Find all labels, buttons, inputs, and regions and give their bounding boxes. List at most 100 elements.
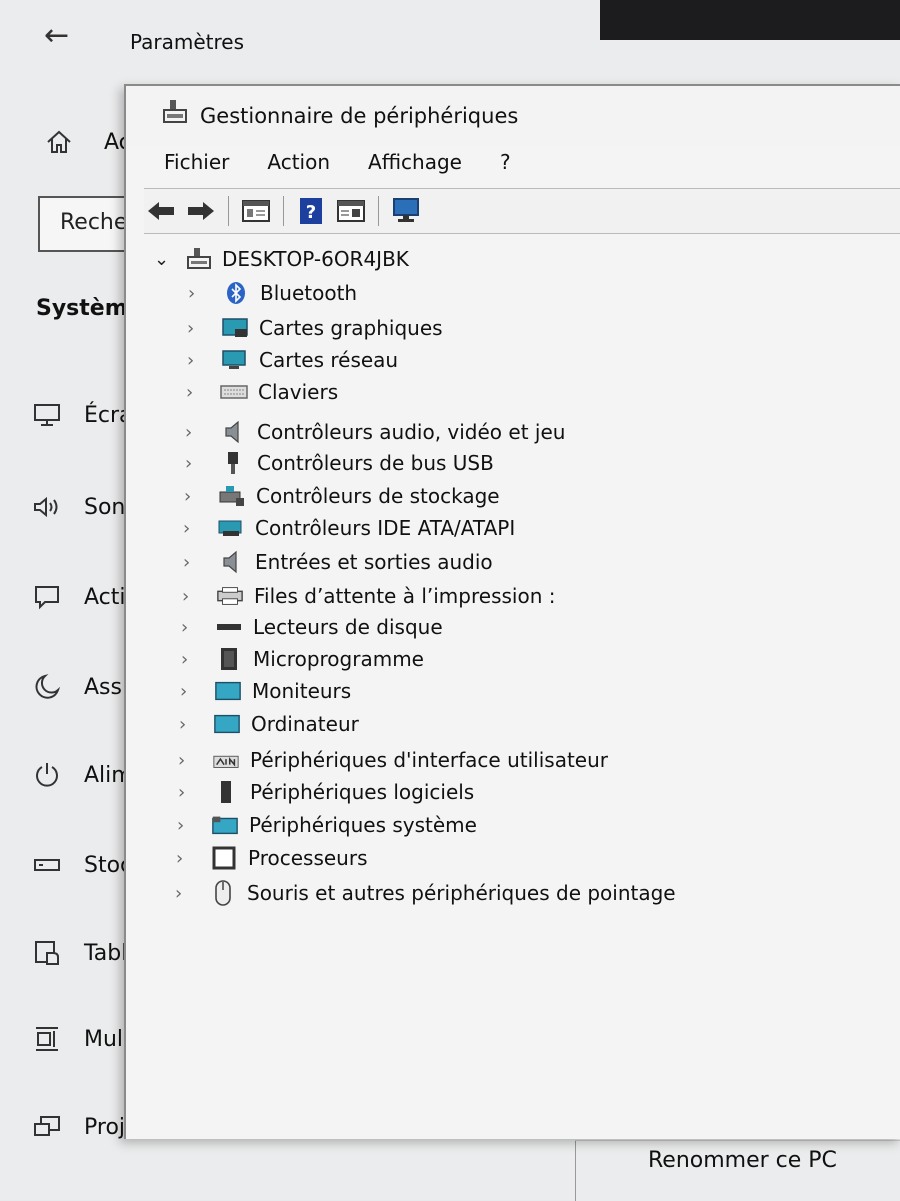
nav-item-storage[interactable]: Stoc: [30, 850, 132, 880]
ide-controller-icon: [217, 516, 245, 540]
toolbar-divider: [228, 196, 229, 226]
chevron-right-icon[interactable]: ›: [185, 453, 207, 474]
nav-label: Mul: [84, 1026, 124, 1052]
display-adapter-icon: [221, 316, 249, 340]
nav-item-sound[interactable]: Son: [30, 492, 125, 522]
projector-icon: [30, 1112, 64, 1142]
nav-item-focus-assist[interactable]: Assi: [30, 672, 128, 702]
chevron-right-icon[interactable]: ›: [181, 649, 203, 670]
tree-item[interactable]: › Ordinateur: [179, 708, 359, 740]
chevron-right-icon[interactable]: ›: [185, 422, 207, 443]
hid-icon: [212, 748, 240, 772]
tree-item-label: Processeurs: [248, 846, 368, 870]
chevron-right-icon[interactable]: ›: [175, 883, 197, 904]
tree-item[interactable]: › Bluetooth: [188, 277, 357, 309]
menu-fichier[interactable]: Fichier: [164, 146, 229, 188]
tree-item-label: Files d’attente à l’impression :: [254, 584, 556, 608]
power-icon: [30, 760, 64, 790]
tree-item[interactable]: › Entrées et sorties audio: [183, 546, 493, 578]
nav-label: Acti: [84, 584, 126, 610]
firmware-icon: [215, 647, 243, 671]
chevron-right-icon[interactable]: ›: [183, 552, 205, 573]
tree-root[interactable]: ⌄ DESKTOP-6OR4JBK: [154, 242, 900, 276]
nav-item-power[interactable]: Alim: [30, 760, 133, 790]
tree-item[interactable]: › Cartes réseau: [187, 344, 398, 376]
chevron-right-icon[interactable]: ›: [187, 318, 209, 339]
chevron-right-icon[interactable]: ›: [181, 617, 203, 638]
chevron-down-icon[interactable]: ⌄: [154, 249, 178, 270]
nav-item-display[interactable]: Écra: [30, 400, 133, 430]
tree-item[interactable]: › Périphériques système: [177, 809, 477, 841]
tree-item[interactable]: › Claviers: [186, 376, 338, 408]
nav-item-projecting[interactable]: Proj: [30, 1112, 125, 1142]
tree-item[interactable]: › Moniteurs: [180, 675, 351, 707]
chevron-right-icon[interactable]: ›: [180, 681, 202, 702]
chevron-right-icon[interactable]: ›: [182, 586, 204, 607]
tree-item-label: Entrées et sorties audio: [255, 550, 493, 574]
chevron-right-icon[interactable]: ›: [177, 815, 199, 836]
tree-item[interactable]: › Contrôleurs IDE ATA/ATAPI: [183, 512, 515, 544]
processor-icon: [210, 846, 238, 870]
tree-item-label: Cartes réseau: [259, 348, 399, 372]
chevron-right-icon[interactable]: ›: [178, 782, 200, 803]
tree-item-label: Microprogramme: [253, 647, 424, 671]
toolbar: ?: [144, 188, 900, 234]
tree-item[interactable]: › Périphériques logiciels: [178, 776, 474, 808]
tree-item-label: Claviers: [258, 380, 339, 404]
view-details-icon[interactable]: [334, 195, 368, 227]
toolbar-divider: [378, 196, 379, 226]
menu-action[interactable]: Action: [267, 146, 330, 188]
tree-item[interactable]: › Cartes graphiques: [187, 312, 443, 344]
multitask-icon: [30, 1024, 64, 1054]
back-arrow-icon[interactable]: [144, 195, 178, 227]
tree-item[interactable]: › Lecteurs de disque: [181, 611, 443, 643]
chevron-right-icon[interactable]: ›: [187, 350, 209, 371]
svg-text:?: ?: [306, 202, 316, 223]
tree-item[interactable]: › Contrôleurs de stockage: [184, 480, 500, 512]
help-icon[interactable]: ?: [294, 195, 328, 227]
device-manager-window: Gestionnaire de périphériques Fichier Ac…: [124, 84, 900, 1139]
chevron-right-icon[interactable]: ›: [184, 486, 206, 507]
tree-item[interactable]: › Contrôleurs de bus USB: [185, 447, 494, 479]
device-tree: ⌄ DESKTOP-6OR4JBK: [154, 242, 900, 276]
device-manager-title: Gestionnaire de périphériques: [200, 104, 519, 128]
menu-affichage[interactable]: Affichage: [368, 146, 462, 188]
software-device-icon: [212, 780, 240, 804]
nav-item-multitasking[interactable]: Mul: [30, 1024, 123, 1054]
scan-hardware-icon[interactable]: [389, 195, 423, 227]
chevron-right-icon[interactable]: ›: [183, 518, 205, 539]
menu-help[interactable]: ?: [500, 146, 511, 188]
properties-icon[interactable]: [239, 195, 273, 227]
nav-item-notifications[interactable]: Acti: [30, 582, 126, 612]
keyboard-icon: [220, 380, 248, 404]
chevron-right-icon[interactable]: ›: [176, 848, 198, 869]
tree-item[interactable]: › Souris et autres périphériques de point…: [175, 877, 676, 909]
nav-label: Tabl: [84, 940, 128, 966]
divider: [575, 1141, 576, 1201]
tree-item-label: Périphériques système: [249, 813, 477, 837]
nav-label: Assi: [84, 674, 129, 700]
chevron-right-icon[interactable]: ›: [178, 750, 200, 771]
chevron-right-icon[interactable]: ›: [186, 382, 208, 403]
rename-pc-button[interactable]: Renommer ce PC: [648, 1148, 837, 1173]
moon-icon: [30, 672, 64, 702]
device-manager-title-bar: Gestionnaire de périphériques: [126, 86, 900, 146]
monitor-icon: [214, 679, 242, 703]
tree-item[interactable]: › Contrôleurs audio, vidéo et jeu: [185, 416, 565, 448]
tree-item[interactable]: › Processeurs: [176, 842, 368, 874]
tree-item[interactable]: › Files d’attente à l’impression :: [182, 580, 555, 612]
menu-bar: Fichier Action Affichage ?: [126, 146, 900, 188]
chevron-right-icon[interactable]: ›: [179, 714, 201, 735]
tree-item[interactable]: › Périphériques d'interface utilisateur: [178, 744, 608, 776]
nav-item-tablet[interactable]: Tabl: [30, 938, 127, 968]
notification-icon: [30, 582, 64, 612]
back-arrow-icon[interactable]: ←: [44, 18, 69, 53]
network-adapter-icon: [221, 348, 249, 372]
computer-icon: [213, 712, 241, 736]
toolbar-divider: [283, 196, 284, 226]
chevron-right-icon[interactable]: ›: [188, 283, 210, 304]
tree-item[interactable]: › Microprogramme: [181, 643, 424, 675]
home-icon: [47, 130, 71, 153]
forward-arrow-icon[interactable]: [184, 195, 218, 227]
tree-item-label: Cartes graphiques: [259, 316, 443, 340]
